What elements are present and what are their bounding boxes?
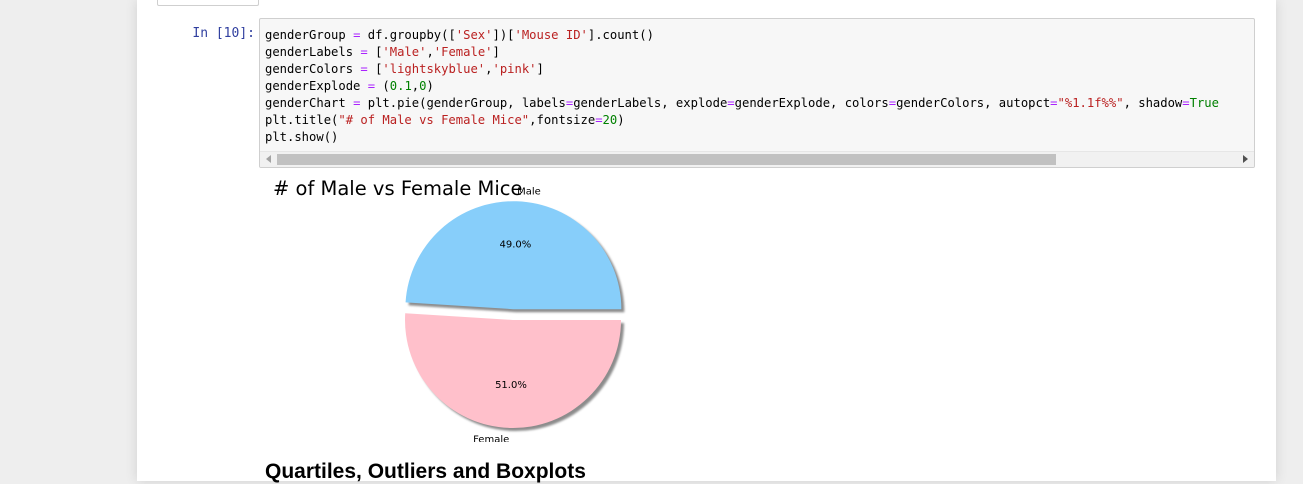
code-token: = [1050,96,1058,110]
pie-category-label: Male [517,186,541,197]
code-token: [ [367,62,383,76]
scroll-left-icon[interactable] [266,155,271,163]
code-token: 'Male' [382,45,427,59]
code-token: , [426,45,434,59]
code-token: True [1189,96,1219,110]
cell-output: # of Male vs Female Mice 49.0% Male 51.0% F… [267,172,667,446]
code-line[interactable]: genderLabels = ['Male','Female'] [265,44,1254,61]
code-token: = [367,79,376,93]
code-line[interactable]: genderGroup = df.groupby(['Sex'])['Mouse… [265,27,1254,44]
code-token: 'Mouse ID' [514,28,588,42]
notebook-container: In [10]: genderGroup = df.groupby(['Sex'… [137,0,1276,483]
code-token: "# of Male vs Female Mice" [338,113,530,127]
code-token: 'Female' [433,45,493,59]
code-text[interactable]: genderGroup = df.groupby(['Sex'])['Mouse… [265,27,1254,146]
code-token: 20 [602,113,618,127]
code-token: genderChart [265,96,354,110]
code-token: genderColors, autopct [896,96,1051,110]
code-token: df.groupby([ [360,28,456,42]
pie-value-label: 51.0% [495,380,527,391]
code-token: = [1182,96,1190,110]
code-token: 'lightskyblue' [382,62,486,76]
code-token: 'Sex' [455,28,493,42]
code-token: genderGroup [265,28,354,42]
code-token: "%1.1f%%" [1057,96,1124,110]
code-token: genderLabels, explode [573,96,728,110]
pie-category-label: Female [473,435,509,442]
code-cell-editor[interactable]: genderGroup = df.groupby(['Sex'])['Mouse… [259,18,1255,168]
section-heading: Quartiles, Outliers and Boxplots [265,460,586,483]
code-token: = [360,45,368,59]
code-token: ] [536,62,544,76]
code-token: , shadow [1123,96,1183,110]
previous-cell[interactable] [157,0,259,6]
code-token: genderExplode, colors [734,96,889,110]
code-token: ) [426,79,434,93]
code-token: 'pink' [492,62,537,76]
code-token: plt.show() [265,130,339,144]
horizontal-scrollbar[interactable] [260,151,1254,167]
pie-chart: # of Male vs Female Mice 49.0% Male 51.0% F… [273,177,625,446]
code-token: = [727,96,735,110]
scrollbar-thumb[interactable] [277,154,1056,165]
code-token: ] [492,45,500,59]
code-token: ])[ [492,28,515,42]
scroll-right-icon[interactable] [1243,155,1248,163]
code-token: ) [617,113,625,127]
code-line[interactable]: genderColors = ['lightskyblue','pink'] [265,61,1254,78]
code-token: [ [367,45,383,59]
code-token: 0.1 [389,79,412,93]
code-token: = [888,96,897,110]
chart-title: # of Male vs Female Mice [273,177,522,200]
code-token: = [360,62,368,76]
pie-slice-female [405,313,621,428]
input-prompt: In [10]: [192,26,255,41]
pie-value-label: 49.0% [499,239,531,250]
code-line[interactable]: plt.show() [265,129,1254,146]
code-token: ,fontsize [529,113,596,127]
code-line[interactable]: plt.title("# of Male vs Female Mice",fon… [265,112,1254,129]
code-token: ( [375,79,390,93]
code-token: genderColors [265,62,361,76]
code-line[interactable]: genderChart = plt.pie(genderGroup, label… [265,95,1254,112]
code-token: , [485,62,493,76]
pie-slice-male [405,201,622,310]
code-token: genderExplode [265,79,368,93]
code-token: ].count() [587,28,654,42]
code-line[interactable]: genderExplode = (0.1,0) [265,78,1254,95]
code-token: plt.pie(genderGroup, labels [360,96,566,110]
code-token: plt.title( [265,113,339,127]
code-token: = [595,113,603,127]
code-token: genderLabels [265,45,361,59]
